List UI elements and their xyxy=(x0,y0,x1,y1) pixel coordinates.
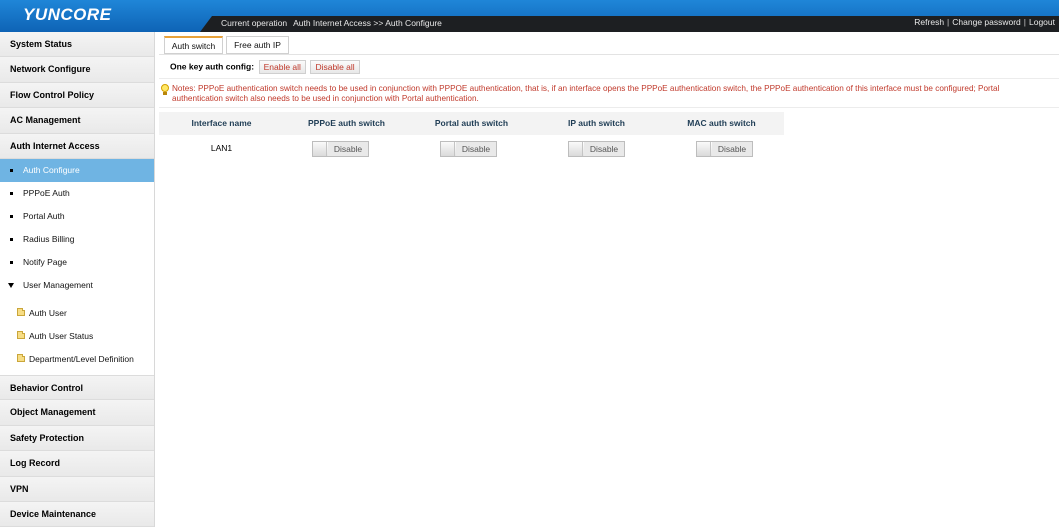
header-portal-auth-switch: Portal auth switch xyxy=(434,118,509,128)
sidebar-subitem-label: Portal Auth xyxy=(23,210,65,221)
ip-switch-cell: Disable xyxy=(534,135,659,162)
sidebar-item-behavior-control[interactable]: Behavior Control xyxy=(0,374,154,401)
current-operation: Current operation Auth Internet Access >… xyxy=(221,18,446,28)
table-row: LAN1 Disable Disable Disable Disable xyxy=(159,135,784,162)
main-content: Auth switch Free auth IP One key auth co… xyxy=(159,32,1059,527)
tab-free-auth-ip[interactable]: Free auth IP xyxy=(226,36,289,54)
sidebar-item-device-maintenance[interactable]: Device Maintenance xyxy=(0,501,154,527)
current-operation-label: Current operation xyxy=(221,18,288,28)
refresh-link[interactable]: Refresh xyxy=(914,17,944,27)
sidebar-leaf-label: Auth User Status xyxy=(29,330,94,341)
pppoe-switch-cell: Disable xyxy=(284,135,409,162)
sidebar-item-flow-control-policy[interactable]: Flow Control Policy xyxy=(0,82,154,109)
sidebar-subitem-portal-auth[interactable]: Portal Auth xyxy=(0,205,154,228)
toggle-label: Disable xyxy=(712,142,752,156)
sidebar-subitem-label: Auth Configure xyxy=(23,164,80,175)
toggle-knob xyxy=(697,142,711,156)
sidebar-item-network-configure[interactable]: Network Configure xyxy=(0,57,154,83)
header-ip-auth-switch: IP auth switch xyxy=(568,118,625,128)
portal-switch-cell: Disable xyxy=(409,135,534,162)
sidebar-leaf-auth-user[interactable]: Auth User xyxy=(0,302,154,325)
folder-icon xyxy=(17,307,25,316)
lightbulb-glass xyxy=(161,84,169,92)
folder-icon xyxy=(17,330,25,339)
notes-box: Notes: PPPoE authentication switch needs… xyxy=(159,81,1059,105)
sidebar-leaf-auth-user-status[interactable]: Auth User Status xyxy=(0,325,154,348)
one-key-label: One key auth config: xyxy=(170,61,255,72)
portal-auth-toggle[interactable]: Disable xyxy=(440,141,497,157)
logout-link[interactable]: Logout xyxy=(1029,17,1055,27)
mac-switch-cell: Disable xyxy=(659,135,784,162)
lightbulb-icon xyxy=(161,84,169,95)
pppoe-auth-toggle[interactable]: Disable xyxy=(312,141,369,157)
sidebar-subitem-label: Radius Billing xyxy=(23,233,75,244)
sidebar-subitem-pppoe-auth[interactable]: PPPoE Auth xyxy=(0,182,154,205)
sidebar-item-safety-protection[interactable]: Safety Protection xyxy=(0,425,154,452)
one-key-auth-config: One key auth config: Enable all Disable … xyxy=(170,59,360,75)
bullet-icon xyxy=(10,214,13,218)
sidebar-item-ac-management[interactable]: AC Management xyxy=(0,108,154,134)
lightbulb-base xyxy=(163,92,167,95)
brand-logo: YUNCORE xyxy=(23,5,112,24)
sidebar-item-log-record[interactable]: Log Record xyxy=(0,451,154,477)
tab-divider xyxy=(159,54,1059,55)
sidebar-subitem-auth-configure[interactable]: Auth Configure xyxy=(0,158,154,182)
table-header: Interface name PPPoE auth switch Portal … xyxy=(159,112,784,135)
link-separator: | xyxy=(947,17,950,27)
sidebar-subitem-label: Notify Page xyxy=(23,256,67,267)
divider xyxy=(159,78,1059,79)
sidebar-subitem-label: PPPoE Auth xyxy=(23,187,70,198)
folder-icon xyxy=(17,353,25,362)
sidebar-item-object-management[interactable]: Object Management xyxy=(0,400,154,426)
sidebar-subitem-radius-billing[interactable]: Radius Billing xyxy=(0,228,154,251)
sidebar-leaf-department-level[interactable]: Department/Level Definition xyxy=(0,348,154,371)
sidebar-subitem-user-management[interactable]: User Management xyxy=(0,274,154,297)
auth-switch-table: Interface name PPPoE auth switch Portal … xyxy=(159,112,784,162)
toggle-label: Disable xyxy=(328,142,368,156)
ip-auth-toggle[interactable]: Disable xyxy=(568,141,625,157)
notes-text: Notes: PPPoE authentication switch needs… xyxy=(172,84,1000,103)
top-links: Refresh | Change password | Logout xyxy=(914,17,1055,27)
sidebar-leaf-label: Department/Level Definition xyxy=(29,353,134,364)
sidebar-subitem-label: User Management xyxy=(23,279,93,290)
sidebar-subitem-notify-page[interactable]: Notify Page xyxy=(0,251,154,274)
divider xyxy=(159,107,1059,108)
link-separator: | xyxy=(1023,17,1026,27)
header-interface-name: Interface name xyxy=(191,118,252,128)
sidebar: System Status Network Configure Flow Con… xyxy=(0,32,155,527)
disable-all-button[interactable]: Disable all xyxy=(310,59,360,74)
toggle-label: Disable xyxy=(584,142,624,156)
sidebar-leaf-label: Auth User xyxy=(29,307,67,318)
expand-triangle-icon xyxy=(8,282,14,288)
toggle-knob xyxy=(441,142,455,156)
bullet-icon xyxy=(10,260,13,264)
header-mac-auth-switch: MAC auth switch xyxy=(687,118,756,128)
sidebar-item-system-status[interactable]: System Status xyxy=(0,32,154,58)
tab-auth-switch[interactable]: Auth switch xyxy=(164,36,223,54)
bullet-icon xyxy=(10,168,13,172)
toggle-label: Disable xyxy=(456,142,496,156)
toggle-knob xyxy=(313,142,327,156)
header-pppoe-auth-switch: PPPoE auth switch xyxy=(308,118,385,128)
interface-name-cell: LAN1 xyxy=(210,143,233,153)
enable-all-button[interactable]: Enable all xyxy=(258,59,306,74)
toggle-knob xyxy=(569,142,583,156)
current-operation-path: Auth Internet Access >> Auth Configure xyxy=(293,18,442,28)
bullet-icon xyxy=(10,237,13,241)
bullet-icon xyxy=(10,191,13,195)
change-password-link[interactable]: Change password xyxy=(952,17,1021,27)
sidebar-item-auth-internet-access[interactable]: Auth Internet Access xyxy=(0,133,154,159)
mac-auth-toggle[interactable]: Disable xyxy=(696,141,753,157)
sidebar-item-vpn[interactable]: VPN xyxy=(0,476,154,502)
